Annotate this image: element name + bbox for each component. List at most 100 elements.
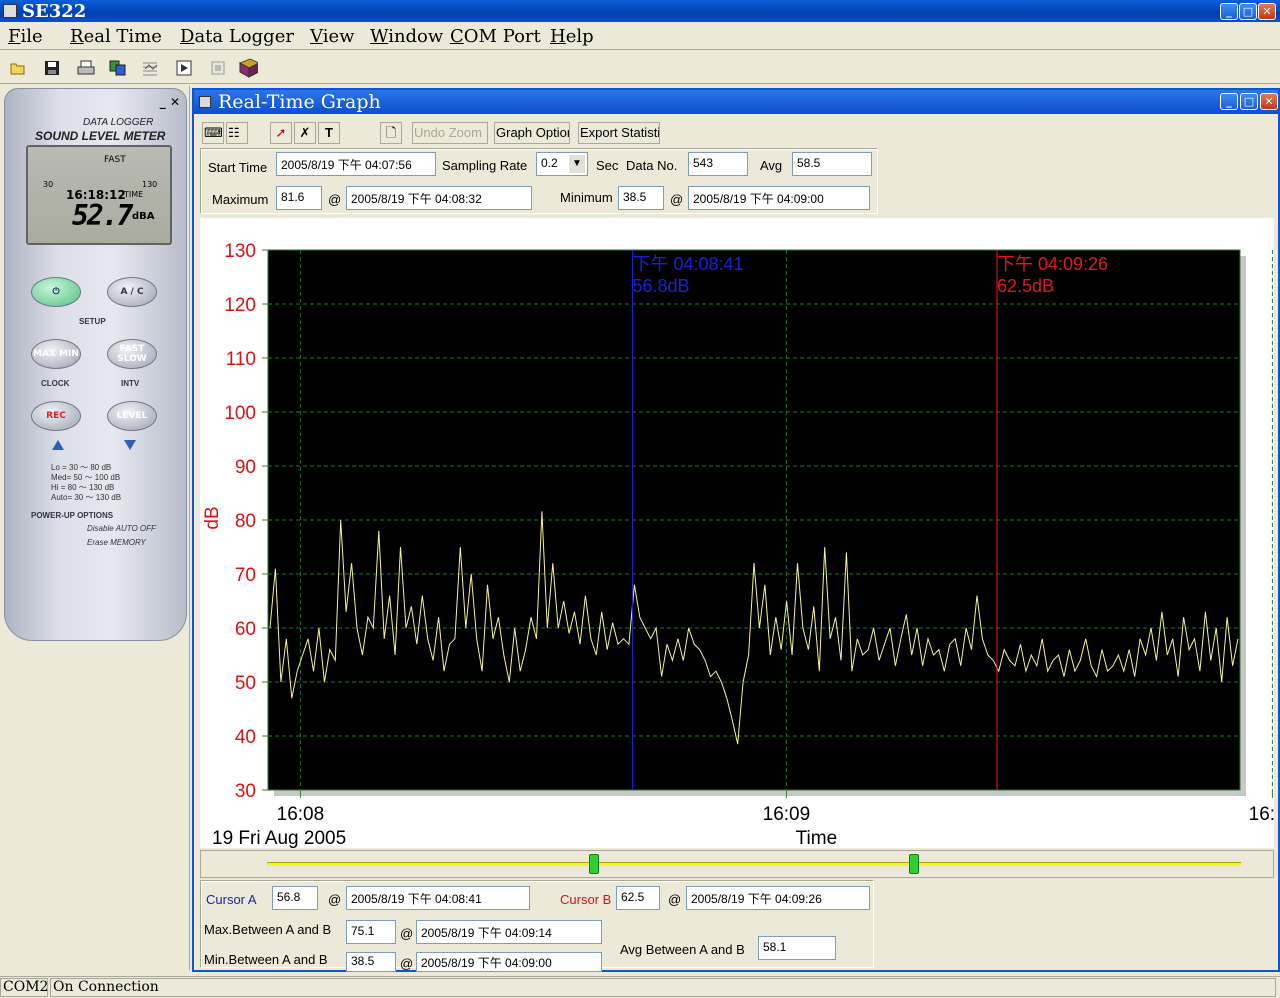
ac-button[interactable]: A / C — [107, 277, 157, 307]
cursor-b-handle[interactable] — [909, 854, 919, 874]
stop-icon[interactable] — [208, 58, 228, 78]
range-line: Med= 50 〜 100 dB — [51, 473, 121, 482]
child-close-icon[interactable]: ✕ — [1260, 93, 1278, 110]
y-tick-label: 90 — [235, 457, 256, 478]
rec-button[interactable]: REC — [31, 401, 81, 431]
child-minimize-icon[interactable]: _ — [1220, 93, 1238, 110]
slider-track[interactable] — [267, 862, 1241, 866]
keyboard-icon[interactable]: ⌨ — [202, 122, 224, 144]
data-no-label: Data No. — [626, 158, 678, 173]
range-line: Hi = 80 〜 130 dB — [51, 483, 115, 492]
copy-icon[interactable] — [108, 58, 128, 78]
maxmin-button[interactable]: MAX MIN — [31, 339, 81, 369]
cursor-b-label: Cursor B — [560, 892, 612, 907]
avg-between-field[interactable]: 58.1 — [758, 936, 836, 960]
at-sign: @ — [400, 956, 414, 971]
app-title: SE322 — [22, 1, 87, 22]
up-arrow-icon[interactable] — [51, 439, 65, 451]
export-statistic-button[interactable]: Export Statistic — [578, 122, 660, 144]
meter-lcd: FAST 30 130 16:18:12 TIME 52.7 dBA — [26, 145, 172, 245]
cursor-b-time-label: 下午 04:09:26 — [997, 254, 1108, 274]
status-port: COM2 — [0, 978, 48, 997]
minimum-time-field[interactable]: 2005/8/19 下午 04:09:00 — [688, 186, 870, 210]
minimize-icon[interactable]: _ — [1220, 3, 1238, 20]
avg-label: Avg — [760, 158, 783, 173]
meter-brand-line1: DATA LOGGER — [83, 117, 154, 128]
min-between-field[interactable]: 38.5 — [346, 952, 396, 972]
cursor-a-field[interactable]: 56.8 — [272, 886, 318, 910]
y-tick-label: 110 — [226, 349, 256, 370]
chevron-down-icon[interactable]: ▼ — [569, 155, 585, 173]
marker-icon[interactable]: ✗ — [294, 122, 316, 144]
y-tick-label: 50 — [235, 673, 256, 694]
open-icon[interactable] — [8, 58, 28, 78]
menu-bar: File Real Time Data Logger View Window C… — [0, 24, 1280, 50]
cursor-b-time-field[interactable]: 2005/8/19 下午 04:09:26 — [686, 886, 870, 910]
maximum-time-field[interactable]: 2005/8/19 下午 04:08:32 — [346, 186, 532, 210]
cursor-a-handle[interactable] — [589, 854, 599, 874]
close-icon[interactable]: ✕ — [1258, 3, 1276, 20]
x-tick-label: 16:09 — [763, 804, 811, 825]
sampling-rate-label: Sampling Rate — [442, 158, 528, 173]
menu-file[interactable]: File — [8, 26, 43, 47]
down-arrow-icon[interactable] — [123, 439, 137, 451]
menu-help[interactable]: Help — [550, 26, 594, 47]
meter-panel: _ ✕ DATA LOGGER SOUND LEVEL METER FAST 3… — [0, 86, 190, 970]
list-view-icon[interactable]: ☷ — [226, 122, 248, 144]
status-connection: On Connection — [50, 978, 1276, 997]
play-icon[interactable] — [174, 58, 194, 78]
child-maximize-icon[interactable]: □ — [1240, 93, 1258, 110]
cursor-b-value-label: 62.5dB — [997, 276, 1054, 296]
menu-real-time[interactable]: Real Time — [70, 26, 162, 47]
maximum-label: Maximum — [212, 192, 269, 207]
real-time-graph-window: Real-Time Graph _ □ ✕ ⌨ ☷ ➚ ✗ T 🗋 Undo Z… — [192, 88, 1280, 972]
y-tick-label: 60 — [235, 619, 256, 640]
fastslow-button[interactable]: FAST SLOW — [107, 339, 157, 369]
level-button[interactable]: LEVEL — [107, 401, 157, 431]
power-icon: ⏻ — [52, 287, 60, 297]
menu-window[interactable]: Window — [370, 26, 443, 47]
text-tool-icon[interactable]: T — [318, 122, 340, 144]
menu-view[interactable]: View — [310, 26, 355, 47]
start-time-field[interactable]: 2005/8/19 下午 04:07:56 — [276, 152, 436, 176]
real-time-chart[interactable]: 30 40 50 60 70 80 90 100 110 120 130 16:08 16:09 16:1… — [200, 218, 1274, 848]
data-no-field[interactable]: 543 — [688, 152, 748, 176]
cursor-slider[interactable] — [200, 850, 1274, 878]
undo-zoom-button[interactable]: Undo Zoom — [412, 122, 488, 144]
lcd-low: 30 — [43, 180, 54, 189]
maximum-field[interactable]: 81.6 — [276, 186, 322, 210]
graph-area[interactable]: 30 40 50 60 70 80 90 100 110 120 130 16:08 16:09 16:1… — [200, 218, 1274, 848]
lcd-time-label: TIME — [124, 190, 144, 199]
at-sign: @ — [400, 926, 414, 941]
graph-option-button[interactable]: Graph Option — [494, 122, 570, 144]
avg-field[interactable]: 58.5 — [792, 152, 872, 176]
book-icon[interactable] — [238, 58, 258, 78]
range-table: Lo = 30 〜 80 dB Med= 50 〜 100 dB Hi = 80… — [51, 463, 121, 503]
x-axis-label: Time — [796, 828, 838, 848]
date-label: 19 Fri Aug 2005 — [212, 828, 346, 848]
sampling-rate-select[interactable]: 0.2 ▼ — [536, 152, 588, 176]
new-page-icon[interactable]: 🗋 — [380, 122, 402, 144]
maximize-icon[interactable]: □ — [1239, 3, 1257, 20]
lcd-high: 130 — [142, 180, 158, 189]
meter-controls[interactable]: _ ✕ — [160, 95, 180, 109]
save-icon[interactable] — [42, 58, 62, 78]
toolbar — [0, 52, 1280, 84]
menu-data-logger[interactable]: Data Logger — [180, 26, 294, 47]
min-between-time-field[interactable]: 2005/8/19 下午 04:09:00 — [416, 952, 602, 972]
grid-icon[interactable] — [140, 58, 160, 78]
max-between-field[interactable]: 75.1 — [346, 920, 396, 944]
app-icon — [3, 4, 17, 18]
min-between-label: Min.Between A and B — [204, 952, 328, 967]
minimum-field[interactable]: 38.5 — [618, 186, 664, 210]
pointer-icon[interactable]: ➚ — [270, 122, 292, 144]
cursor-b-field[interactable]: 62.5 — [616, 886, 660, 910]
meter-brand-line2: SOUND LEVEL METER — [35, 129, 166, 143]
cursor-a-time-field[interactable]: 2005/8/19 下午 04:08:41 — [346, 886, 530, 910]
clock-label: CLOCK — [41, 379, 70, 388]
graph-window-icon — [199, 96, 211, 108]
max-between-time-field[interactable]: 2005/8/19 下午 04:09:14 — [416, 920, 602, 944]
menu-com-port[interactable]: COM Port — [450, 26, 541, 47]
power-button[interactable]: ⏻ — [31, 277, 81, 307]
print-icon[interactable] — [76, 58, 96, 78]
